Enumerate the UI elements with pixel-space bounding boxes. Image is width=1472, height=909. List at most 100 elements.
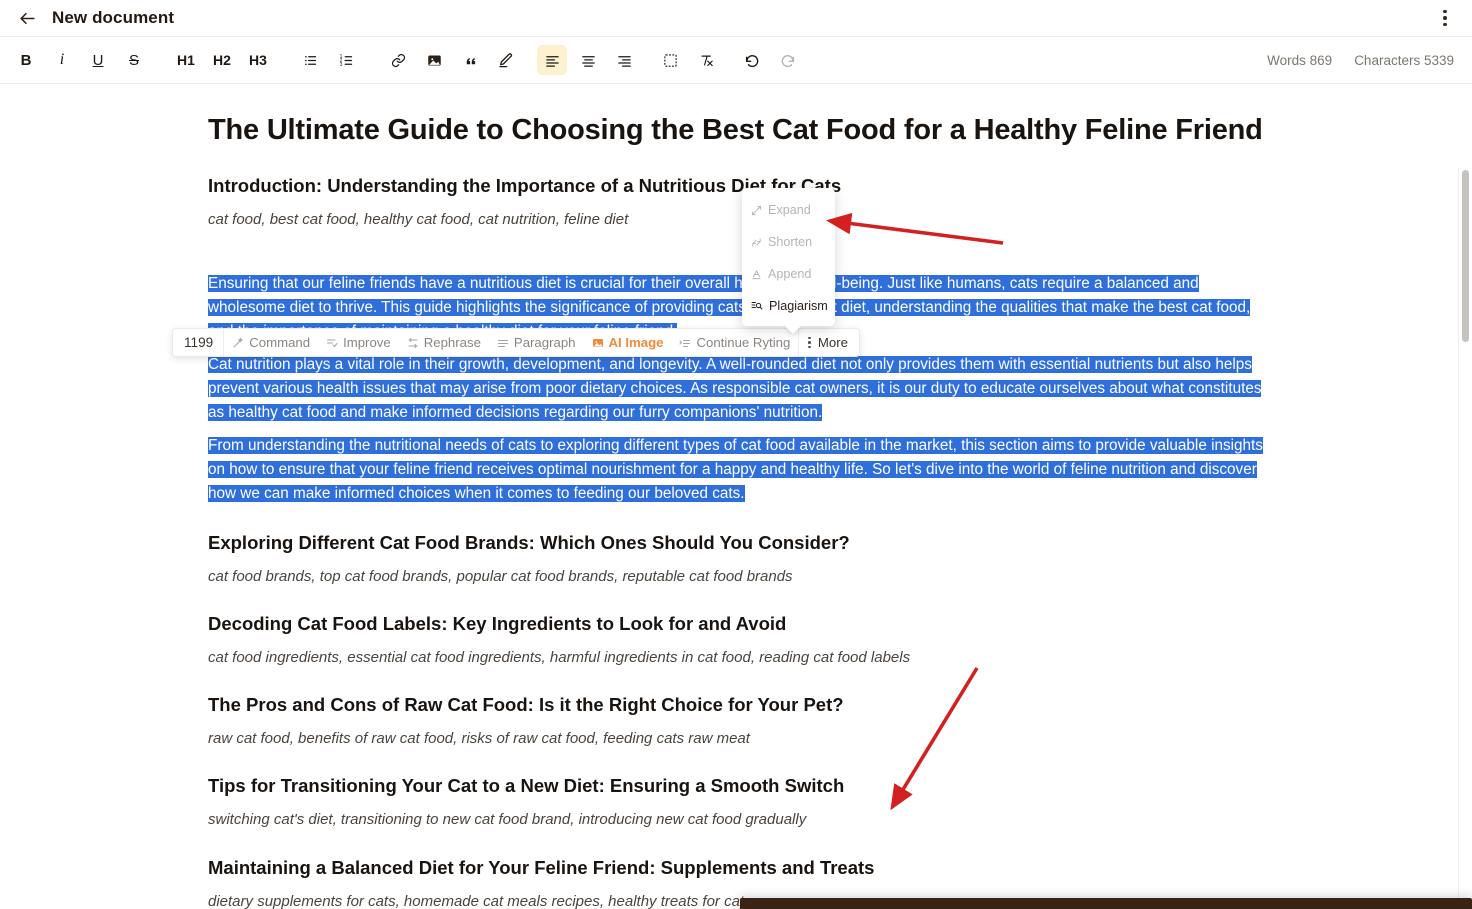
section-heading: Decoding Cat Food Labels: Key Ingredient… bbox=[208, 612, 787, 634]
h1-icon[interactable]: H1 bbox=[171, 45, 201, 75]
link-icon[interactable] bbox=[383, 45, 413, 75]
undo-icon[interactable] bbox=[737, 45, 767, 75]
align-left-icon[interactable] bbox=[537, 45, 567, 75]
toolbar-align-group bbox=[534, 45, 642, 75]
ai-paragraph-label: Paragraph bbox=[513, 335, 576, 350]
expand-arrows-icon bbox=[751, 205, 762, 216]
section-keywords: switching cat's diet, transitioning to n… bbox=[208, 811, 807, 829]
section-keywords: raw cat food, benefits of raw cat food, … bbox=[208, 730, 750, 748]
ai-floating-toolbar: 1199 Command Improve Rephrase Paragraph … bbox=[172, 328, 860, 357]
minimize-icon[interactable] bbox=[1398, 905, 1420, 909]
ai-more-button[interactable]: More bbox=[798, 329, 859, 356]
more-dropdown-menu: Expand Shorten Append Plagiarism bbox=[742, 188, 835, 334]
dropdown-tail bbox=[784, 325, 802, 334]
menu-item-shorten[interactable]: Shorten bbox=[742, 226, 835, 258]
align-center-icon[interactable] bbox=[573, 45, 603, 75]
vertical-scrollbar-thumb[interactable] bbox=[1462, 170, 1469, 342]
section-transitioning-diet: Tips for Transitioning Your Cat to a New… bbox=[206, 774, 1266, 830]
menu-item-append[interactable]: Append bbox=[742, 258, 835, 290]
toolbar-list-group: 1 2 3 bbox=[292, 45, 364, 75]
menu-item-label: Append bbox=[768, 267, 812, 281]
selected-paragraph-2[interactable]: Cat nutrition plays a vital role in thei… bbox=[208, 353, 1266, 425]
rephrase-icon bbox=[407, 337, 419, 349]
improve-icon bbox=[326, 337, 338, 349]
ai-paragraph-button[interactable]: Paragraph bbox=[489, 329, 584, 356]
vertical-scrollbar-track[interactable] bbox=[1458, 168, 1472, 909]
word-count: Words 869 bbox=[1267, 52, 1333, 68]
counters: Words 869 Characters 5339 bbox=[1267, 53, 1460, 68]
paragraph-text: Cat nutrition plays a vital role in thei… bbox=[208, 355, 1262, 421]
ai-improve-label: Improve bbox=[343, 335, 391, 350]
section-raw-cat-food: The Pros and Cons of Raw Cat Food: Is it… bbox=[206, 693, 1266, 749]
section-keywords-introduction: cat food, best cat food, healthy cat foo… bbox=[208, 211, 629, 229]
paragraph-text: From understanding the nutritional needs… bbox=[208, 436, 1263, 502]
ai-image-label: AI Image bbox=[608, 335, 664, 350]
document-canvas[interactable]: The Ultimate Guide to Choosing the Best … bbox=[0, 84, 1472, 909]
kebab-menu-icon[interactable] bbox=[1432, 5, 1458, 31]
toolbar-insert-group bbox=[380, 45, 524, 75]
menu-item-expand[interactable]: Expand bbox=[742, 194, 835, 226]
section-heading: Exploring Different Cat Food Brands: Whi… bbox=[208, 531, 850, 553]
ai-rephrase-label: Rephrase bbox=[423, 335, 481, 350]
shorten-arrows-icon bbox=[751, 237, 762, 248]
ai-command-label: Command bbox=[249, 335, 311, 350]
ai-command-button[interactable]: Command bbox=[224, 329, 318, 356]
menu-item-label: Plagiarism bbox=[769, 299, 828, 313]
ai-more-label: More bbox=[817, 335, 848, 350]
image-icon[interactable] bbox=[419, 45, 449, 75]
clear-format-icon[interactable] bbox=[691, 45, 721, 75]
section-heading: Maintaining a Balanced Diet for Your Fel… bbox=[208, 856, 875, 878]
plagiarism-result-panel: Plagiarism result No matches were found. bbox=[740, 898, 1472, 909]
back-arrow-icon[interactable] bbox=[16, 7, 38, 29]
strikethrough-icon[interactable]: S bbox=[119, 45, 149, 75]
redo-icon[interactable] bbox=[773, 45, 803, 75]
toolbar-misc-group bbox=[652, 45, 724, 75]
align-right-icon[interactable] bbox=[609, 45, 639, 75]
menu-item-label: Expand bbox=[768, 203, 811, 217]
h3-icon[interactable]: H3 bbox=[243, 45, 273, 75]
section-heading-introduction: Introduction: Understanding the Importan… bbox=[208, 175, 842, 197]
pen-icon[interactable] bbox=[491, 45, 521, 75]
titlebar: New document bbox=[0, 0, 1472, 36]
document-page[interactable]: The Ultimate Guide to Choosing the Best … bbox=[206, 84, 1266, 909]
section-keywords: cat food ingredients, essential cat food… bbox=[208, 648, 911, 666]
italic-icon[interactable]: i bbox=[47, 45, 77, 75]
close-icon[interactable] bbox=[1436, 905, 1458, 909]
ai-continue-ryting-label: Continue Ryting bbox=[696, 335, 791, 350]
page-title: The Ultimate Guide to Choosing the Best … bbox=[208, 114, 1263, 146]
bullet-list-icon[interactable] bbox=[295, 45, 325, 75]
selected-paragraph-3[interactable]: From understanding the nutritional needs… bbox=[208, 434, 1266, 506]
ai-image-button[interactable]: AI Image bbox=[584, 329, 672, 356]
ai-image-icon bbox=[592, 337, 604, 349]
section-heading: Tips for Transitioning Your Cat to a New… bbox=[208, 775, 845, 797]
ai-continue-ryting-button[interactable]: Continue Ryting bbox=[671, 329, 798, 356]
ai-rephrase-button[interactable]: Rephrase bbox=[399, 329, 489, 356]
section-cat-food-brands: Exploring Different Cat Food Brands: Whi… bbox=[206, 531, 1266, 587]
toolbar-heading-group: H1 H2 H3 bbox=[168, 45, 276, 75]
toolbar-history-group bbox=[734, 45, 806, 75]
credit-counter: 1199 bbox=[173, 329, 225, 356]
numbered-list-icon[interactable]: 1 2 3 bbox=[331, 45, 361, 75]
continue-icon bbox=[679, 337, 691, 349]
character-count: Characters 5339 bbox=[1354, 52, 1454, 68]
section-cat-food-labels: Decoding Cat Food Labels: Key Ingredient… bbox=[206, 612, 1266, 668]
formatting-toolbar: B i U S H1 H2 H3 1 2 3 Words 869 Charact… bbox=[0, 36, 1472, 84]
ai-improve-button[interactable]: Improve bbox=[318, 329, 399, 356]
plagiarism-panel-header: Plagiarism result bbox=[740, 898, 1472, 909]
kebab-menu-icon bbox=[808, 336, 811, 349]
h2-icon[interactable]: H2 bbox=[207, 45, 237, 75]
menu-item-plagiarism[interactable]: Plagiarism bbox=[742, 290, 835, 322]
toolbar-text-style-group: B i U S bbox=[8, 45, 152, 75]
plagiarism-panel-actions bbox=[1398, 905, 1458, 909]
magic-wand-icon bbox=[232, 336, 244, 349]
quote-icon[interactable] bbox=[455, 45, 485, 75]
insert-block-icon[interactable] bbox=[655, 45, 685, 75]
plagiarism-icon bbox=[751, 300, 763, 312]
document-title[interactable]: New document bbox=[52, 8, 174, 28]
bold-icon[interactable]: B bbox=[11, 45, 41, 75]
section-heading: The Pros and Cons of Raw Cat Food: Is it… bbox=[208, 694, 844, 716]
paragraph-icon bbox=[497, 337, 509, 349]
menu-item-label: Shorten bbox=[768, 235, 813, 249]
underline-icon[interactable]: U bbox=[83, 45, 113, 75]
section-keywords: cat food brands, top cat food brands, po… bbox=[208, 567, 793, 585]
